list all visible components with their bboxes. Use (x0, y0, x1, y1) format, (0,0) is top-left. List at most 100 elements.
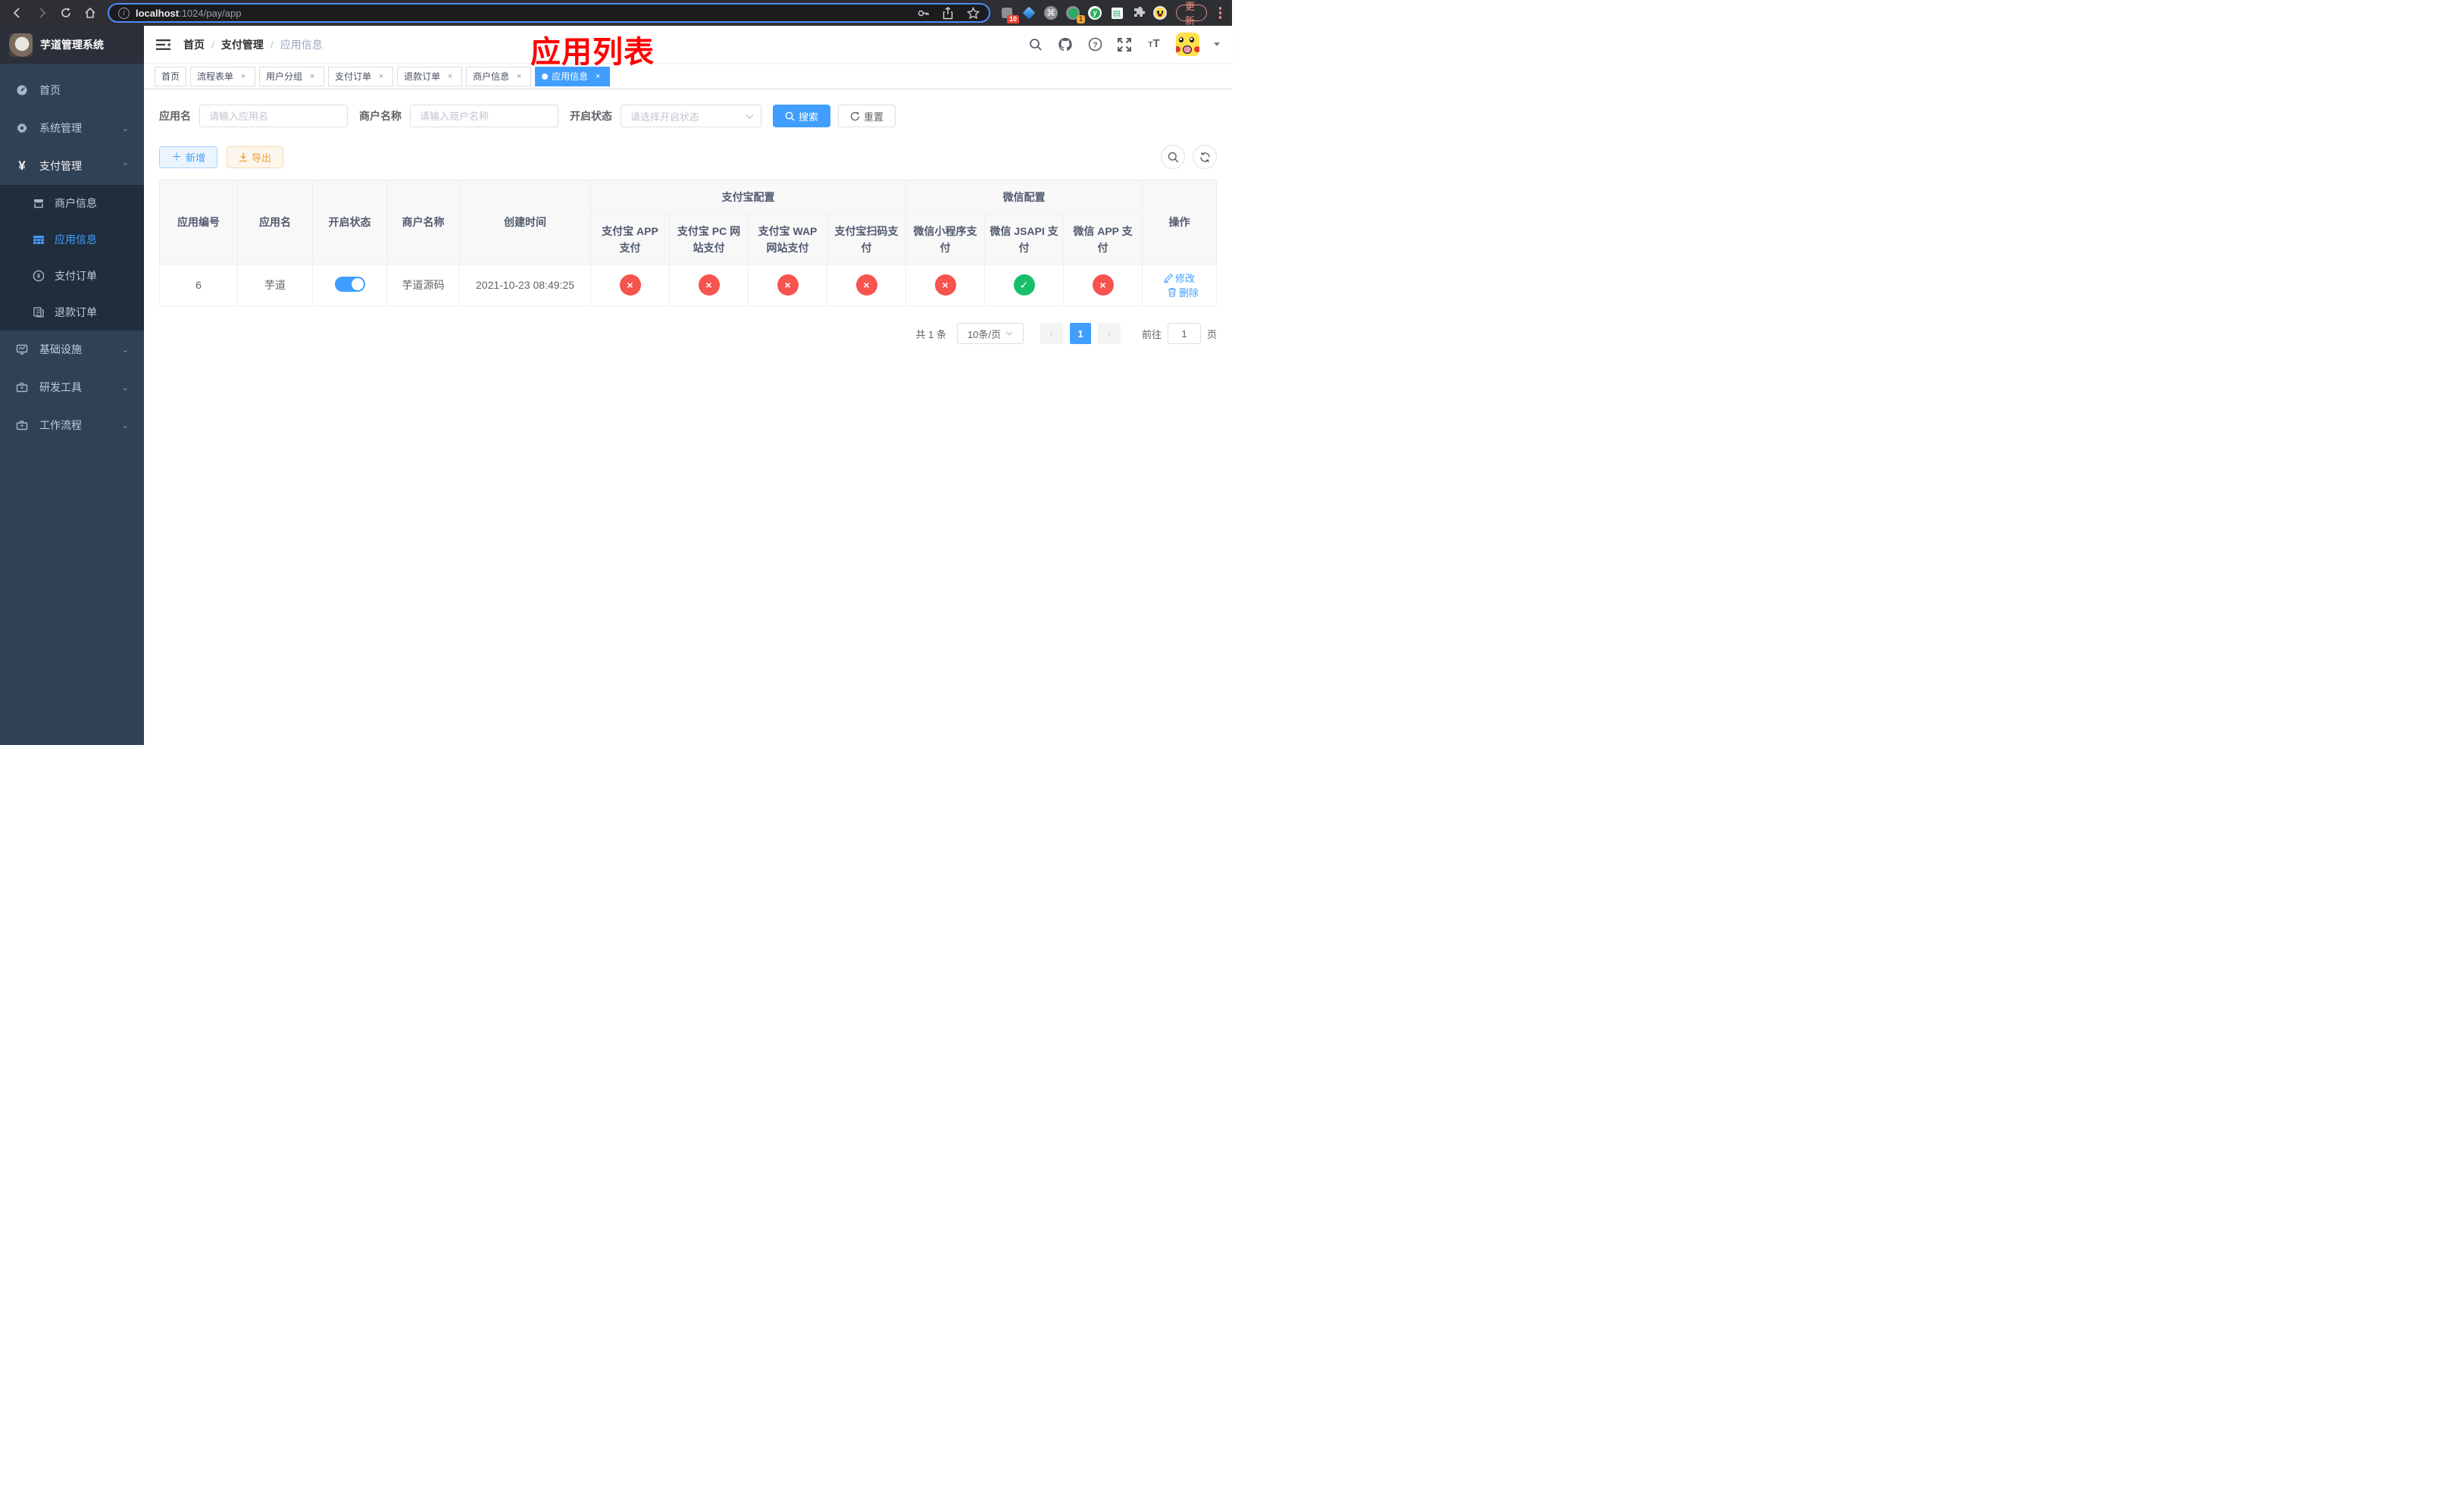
sidebar-toggle-icon[interactable] (156, 37, 171, 52)
sidebar-item-system[interactable]: 系统管理 ⌄ (0, 109, 144, 147)
export-button[interactable]: 导出 (227, 146, 284, 168)
status-toggle[interactable] (334, 276, 365, 292)
tag-home[interactable]: 首页 (155, 66, 187, 86)
browser-home-icon[interactable] (83, 6, 97, 20)
alipay-qr-status-icon: × (855, 274, 877, 296)
merchant-name-input[interactable] (410, 105, 558, 127)
github-icon[interactable] (1058, 37, 1073, 52)
help-icon[interactable]: ? (1087, 37, 1102, 52)
col-header-wx-app: 微信 APP 支付 (1063, 214, 1143, 265)
sidebar-item-infrastructure[interactable]: 基础设施 ⌄ (0, 330, 144, 368)
col-header-wx-mini: 微信小程序支付 (905, 214, 985, 265)
goto-label: 前往 (1141, 328, 1162, 340)
close-icon[interactable]: × (238, 71, 249, 82)
col-header-created: 创建时间 (459, 180, 591, 265)
group-header-alipay: 支付宝配置 (590, 180, 906, 214)
current-page-button[interactable]: 1 (1069, 323, 1091, 344)
pencil-icon (1164, 274, 1173, 283)
extension-kite-icon[interactable] (1021, 5, 1037, 20)
bookmark-star-icon[interactable] (966, 6, 980, 20)
app-logo[interactable]: 芋道管理系统 (0, 26, 144, 64)
sidebar-item-home[interactable]: 首页 (0, 71, 144, 109)
browser-back-icon[interactable] (11, 6, 24, 20)
password-key-icon[interactable] (916, 6, 930, 20)
page-unit-label: 页 (1206, 328, 1217, 340)
toggle-search-button[interactable] (1161, 145, 1185, 169)
col-header-merchant: 商户名称 (386, 180, 460, 265)
tag-pay-order[interactable]: 支付订单 × (328, 66, 394, 86)
sidebar-item-app-info[interactable]: 应用信息 (0, 221, 144, 258)
col-header-alipay-pc: 支付宝 PC 网站支付 (669, 214, 749, 265)
toolbox-icon (15, 419, 29, 431)
site-info-icon[interactable]: i (118, 7, 130, 19)
merchant-name-label: 商户名称 (359, 110, 402, 122)
sidebar-item-merchant-info[interactable]: 商户信息 (0, 185, 144, 221)
wx-mini-status-icon: × (934, 274, 956, 296)
status-label: 开启状态 (570, 110, 612, 122)
reset-button[interactable]: 重置 (838, 105, 896, 127)
tag-process-form[interactable]: 流程表单 × (190, 66, 256, 86)
app-table: 应用编号 应用名 开启状态 商户名称 创建时间 支付宝配置 微信配置 操作 支付… (159, 180, 1217, 306)
close-icon[interactable]: × (376, 71, 386, 82)
search-button[interactable]: 搜索 (773, 105, 831, 127)
pagination-total: 共 1 条 (915, 328, 946, 340)
extension-y-icon[interactable]: y (1087, 5, 1102, 20)
app-name-label: 应用名 (159, 110, 191, 122)
user-avatar[interactable] (1176, 33, 1199, 56)
extension-recorder-icon[interactable]: 1 (1065, 5, 1085, 23)
tag-merchant-info[interactable]: 商户信息 × (466, 66, 532, 86)
user-menu-caret-icon[interactable] (1214, 42, 1220, 49)
extension-grid-icon[interactable]: 10 (999, 5, 1019, 23)
close-icon[interactable]: × (514, 71, 524, 82)
payment-submenu: 商户信息 应用信息 ¥ 支付订单 退款订单 (0, 185, 144, 330)
share-icon[interactable] (941, 6, 955, 20)
pagination: 共 1 条 10条/页 ‹ 1 › 前往 页 (159, 323, 1217, 344)
sidebar-item-dev-tools[interactable]: 研发工具 ⌄ (0, 368, 144, 406)
close-icon[interactable]: × (593, 71, 603, 82)
page-size-select[interactable]: 10条/页 (956, 323, 1024, 344)
close-icon[interactable]: × (445, 71, 455, 82)
col-header-wx-jsapi: 微信 JSAPI 支付 (984, 214, 1064, 265)
sidebar-item-payment[interactable]: ¥ 支付管理 ⌃ (0, 147, 144, 185)
fullscreen-icon[interactable] (1117, 37, 1132, 52)
add-button[interactable]: ＋ 新增 (159, 146, 218, 168)
sidebar-item-pay-order[interactable]: ¥ 支付订单 (0, 258, 144, 294)
col-header-alipay-app: 支付宝 APP 支付 (590, 214, 670, 265)
cell-actions: 修改 删除 (1142, 264, 1217, 306)
next-page-button[interactable]: › (1097, 323, 1121, 344)
browser-update-button[interactable]: 更新 (1176, 1, 1207, 27)
col-header-alipay-wap: 支付宝 WAP 网站支付 (748, 214, 827, 265)
extension-doc-icon[interactable]: ▤ (1109, 5, 1124, 20)
chevron-up-icon: ⌃ (121, 161, 129, 171)
breadcrumb-home[interactable]: 首页 (183, 37, 205, 52)
search-icon (785, 111, 795, 121)
url-bar[interactable]: i localhost:1024/pay/app (108, 3, 990, 23)
extension-command-icon[interactable]: ⌘ (1043, 5, 1058, 20)
refresh-table-button[interactable] (1193, 145, 1217, 169)
delete-link[interactable]: 删除 (1168, 285, 1199, 299)
extensions-puzzle-icon[interactable] (1131, 5, 1146, 20)
top-navbar: 首页 / 支付管理 / 应用信息 ? TT (144, 26, 1232, 64)
breadcrumb-payment[interactable]: 支付管理 (221, 37, 264, 52)
browser-menu-icon[interactable] (1215, 5, 1227, 20)
col-header-alipay-qr: 支付宝扫码支付 (827, 214, 906, 265)
header-search-icon[interactable] (1028, 37, 1043, 52)
goto-page-input[interactable] (1167, 323, 1201, 344)
browser-forward-icon[interactable] (35, 6, 48, 20)
edit-link[interactable]: 修改 (1164, 271, 1195, 285)
tag-refund-order[interactable]: 退款订单 × (397, 66, 463, 86)
breadcrumb: 首页 / 支付管理 / 应用信息 (183, 37, 323, 52)
sidebar-item-refund-order[interactable]: 退款订单 (0, 294, 144, 330)
logo-avatar (9, 33, 33, 57)
url-text[interactable]: localhost:1024/pay/app (136, 8, 916, 19)
sidebar-item-workflow[interactable]: 工作流程 ⌄ (0, 406, 144, 444)
font-size-icon[interactable]: TT (1146, 37, 1162, 52)
prev-page-button[interactable]: ‹ (1040, 323, 1063, 344)
tag-user-group[interactable]: 用户分组 × (259, 66, 325, 86)
browser-reload-icon[interactable] (59, 6, 73, 20)
status-select[interactable]: 请选择开启状态 (621, 105, 761, 127)
extension-emoji-icon[interactable] (1153, 6, 1167, 20)
close-icon[interactable]: × (307, 71, 317, 82)
app-name-input[interactable] (199, 105, 348, 127)
group-header-wechat: 微信配置 (905, 180, 1143, 214)
